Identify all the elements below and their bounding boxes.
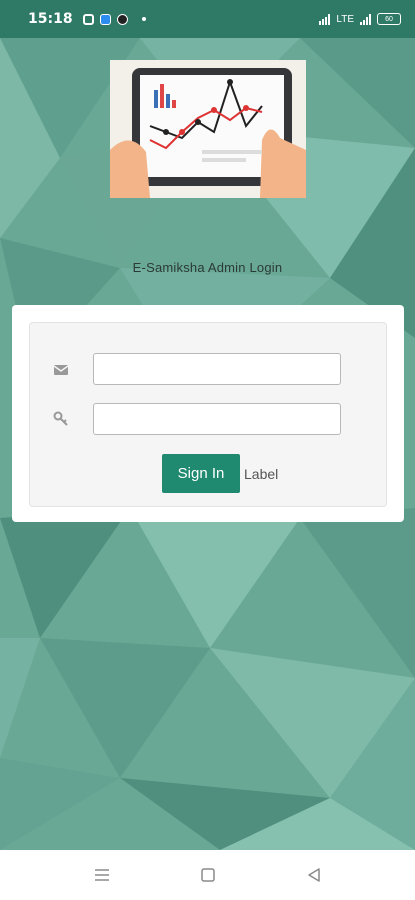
status-indicators: LTE 60 (319, 13, 401, 25)
password-field[interactable] (93, 403, 341, 435)
system-nav-bar (0, 850, 415, 900)
extra-label: Label (244, 466, 279, 482)
signal-icon (319, 13, 331, 25)
app-logo (110, 60, 306, 198)
email-field[interactable] (93, 353, 341, 385)
network-type: LTE (336, 13, 354, 25)
signal-icon-2 (360, 13, 371, 25)
menu-icon[interactable] (93, 866, 111, 884)
back-icon[interactable] (305, 866, 323, 884)
envelope-icon (53, 362, 69, 378)
app-notification-icon-2 (116, 13, 128, 25)
status-bar: 15:18 LTE 60 (0, 0, 415, 38)
status-time: 15:18 (28, 11, 73, 27)
more-notifications-dot (141, 17, 146, 21)
login-panel: Sign In Label (29, 322, 387, 507)
key-icon (53, 411, 69, 427)
battery-icon: 60 (377, 13, 401, 25)
battery-level: 60 (385, 15, 393, 23)
login-card: Sign In Label (12, 305, 404, 522)
home-icon[interactable] (199, 866, 217, 884)
notification-icon (82, 13, 94, 25)
page-title: E-Samiksha Admin Login (132, 260, 283, 275)
sign-in-button[interactable]: Sign In (162, 454, 240, 493)
app-notification-icon (99, 13, 111, 25)
analytics-tablet-illustration (110, 60, 306, 198)
